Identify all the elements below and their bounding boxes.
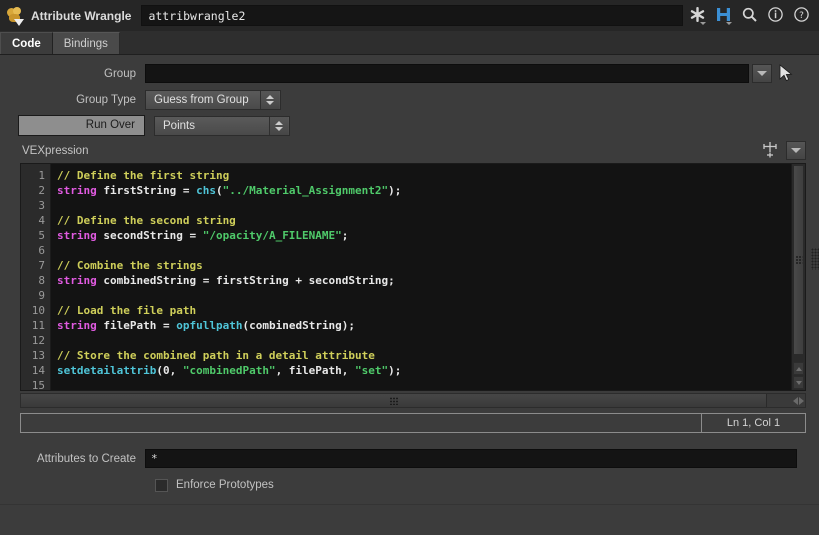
group-type-dropdown[interactable]: Guess from Group (145, 89, 281, 110)
line-number: 13 (31, 349, 45, 362)
run-over-spinner-icon[interactable] (269, 116, 288, 135)
line-number: 14 (31, 364, 45, 377)
houdini-h-icon[interactable] (715, 6, 732, 25)
gear-icon[interactable] (689, 6, 706, 25)
editor-status-bar: Ln 1, Col 1 (20, 413, 806, 433)
attributes-to-create-input[interactable]: * (145, 449, 797, 468)
titlebar-icon-group: ? (689, 6, 819, 25)
editor-code-area[interactable]: // Define the first string string firstS… (51, 164, 791, 390)
line-number: 12 (31, 334, 45, 347)
line-number: 2 (38, 184, 45, 197)
line-number: 8 (38, 274, 45, 287)
attributes-to-create-label: Attributes to Create (36, 452, 136, 465)
enforce-prototypes-label: Enforce Prototypes (176, 479, 274, 491)
bottom-parameters: Attributes to Create * Enforce Prototype… (0, 433, 819, 495)
info-icon[interactable] (767, 6, 784, 25)
line-number: 10 (31, 304, 45, 317)
vexpression-menu-button[interactable] (786, 141, 806, 160)
editor-hscroll-thumb[interactable] (21, 394, 767, 407)
vexpression-editor[interactable]: 1 2 3 4 5 6 7 8 9 10 11 12 13 14 15 // Define the firs… (20, 163, 806, 392)
editor-code-text: // Define the first string string firstS… (57, 169, 402, 377)
attributes-to-create-value: * (151, 452, 158, 465)
run-over-value: Points (163, 119, 195, 132)
node-name-input[interactable]: attribwrangle2 (141, 5, 683, 26)
vexpression-header: VEXpression (0, 141, 819, 161)
line-number: 4 (38, 214, 45, 227)
group-type-row: Group Type Guess from Group (0, 89, 819, 110)
node-name-value: attribwrangle2 (148, 8, 246, 23)
vexpression-label: VEXpression (22, 145, 89, 157)
attribute-wrangle-parameter-panel: Attribute Wrangle attribwrangle2 ? Code … (0, 0, 819, 535)
line-number: 9 (38, 289, 45, 302)
attributes-to-create-row: Attributes to Create * (0, 448, 819, 469)
attribute-wrangle-node-icon (5, 6, 27, 26)
group-input[interactable] (145, 64, 749, 83)
parameter-rows: Group Group Type Guess from Group Run Ov… (0, 55, 819, 136)
enforce-prototypes-checkbox[interactable] (155, 478, 168, 492)
panel-resize-grip-icon[interactable] (811, 248, 819, 270)
line-number: 3 (38, 199, 45, 212)
editor-status-message (20, 413, 702, 433)
tab-bindings[interactable]: Bindings (52, 32, 120, 54)
vscroll-grip-icon (795, 255, 802, 265)
hscroll-left-arrow-icon[interactable] (793, 396, 798, 405)
group-type-value: Guess from Group (154, 93, 249, 106)
node-type-label: Attribute Wrangle (31, 8, 132, 23)
help-icon[interactable]: ? (793, 6, 810, 25)
panel-bottom-filler (0, 504, 819, 535)
tab-code[interactable]: Code (0, 32, 53, 54)
editor-vscroll-thumb[interactable] (793, 165, 804, 355)
enforce-prototypes-row: Enforce Prototypes (0, 475, 819, 495)
run-over-row: Run Over Points (0, 115, 819, 136)
group-type-spinner-icon[interactable] (260, 90, 279, 109)
editor-vertical-scrollbar[interactable] (791, 164, 805, 390)
editor-line-numbers: 1 2 3 4 5 6 7 8 9 10 11 12 13 14 15 (21, 164, 51, 392)
editor-horizontal-scrollbar[interactable] (20, 393, 806, 408)
editor-cursor-position: Ln 1, Col 1 (702, 413, 806, 433)
group-label: Group (104, 67, 136, 80)
group-dropdown-button[interactable] (752, 64, 772, 83)
hscroll-right-arrow-icon[interactable] (799, 396, 804, 405)
group-picker-cursor-icon[interactable] (778, 64, 796, 83)
search-icon[interactable] (741, 6, 758, 25)
editor-scroll-down-button[interactable] (793, 376, 804, 389)
group-row: Group (0, 63, 819, 84)
run-over-dropdown[interactable]: Points (154, 115, 290, 136)
line-number: 11 (31, 319, 45, 332)
line-number: 5 (38, 229, 45, 242)
svg-text:?: ? (799, 11, 804, 21)
window-titlebar: Attribute Wrangle attribwrangle2 ? (0, 0, 819, 31)
hscroll-arrow-buttons[interactable] (793, 394, 804, 407)
expand-editor-icon[interactable] (762, 141, 779, 160)
hscroll-grip-icon (389, 396, 398, 405)
line-number: 1 (38, 169, 45, 182)
line-number: 6 (38, 244, 45, 257)
vexpression-toolbar (762, 141, 806, 160)
line-number: 15 (31, 379, 45, 392)
editor-scroll-up-button[interactable] (793, 362, 804, 375)
run-over-label[interactable]: Run Over (18, 115, 145, 136)
parameter-tabbar: Code Bindings (0, 31, 819, 55)
line-number: 7 (38, 259, 45, 272)
group-type-label: Group Type (76, 93, 136, 106)
